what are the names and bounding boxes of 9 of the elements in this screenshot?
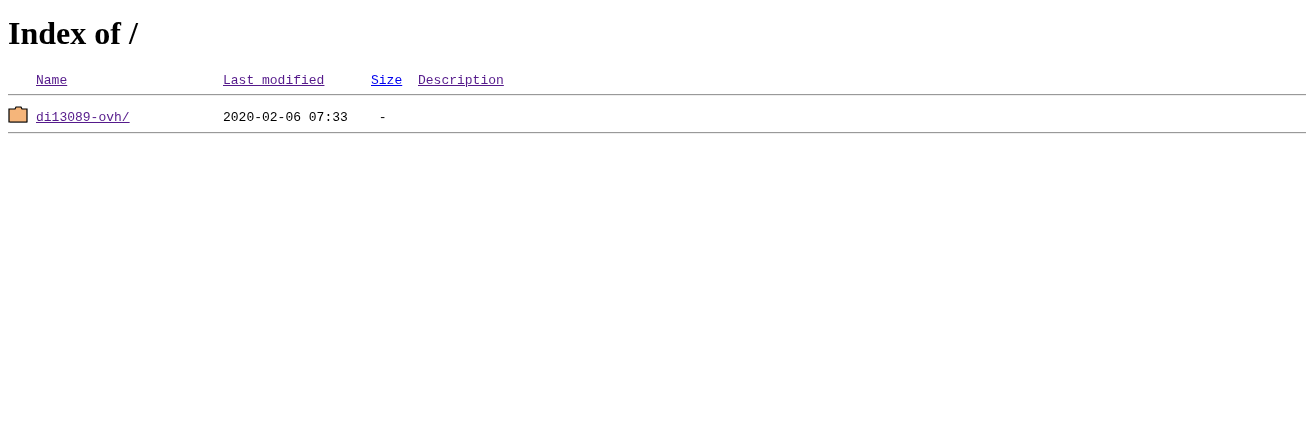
folder-link[interactable]: di13089-ovh/ bbox=[36, 109, 130, 125]
page-title: Index of / bbox=[8, 15, 138, 52]
file-size: - bbox=[377, 109, 387, 125]
column-sort-link[interactable]: Description bbox=[418, 73, 504, 88]
folder-icon bbox=[8, 106, 28, 124]
column-sort-link[interactable]: Last modified bbox=[223, 73, 325, 88]
column-sort-link[interactable]: Size bbox=[371, 73, 403, 88]
modified-date: 2020-02-06 07:33 bbox=[223, 109, 348, 125]
column-sort-link[interactable]: Name bbox=[36, 73, 68, 88]
